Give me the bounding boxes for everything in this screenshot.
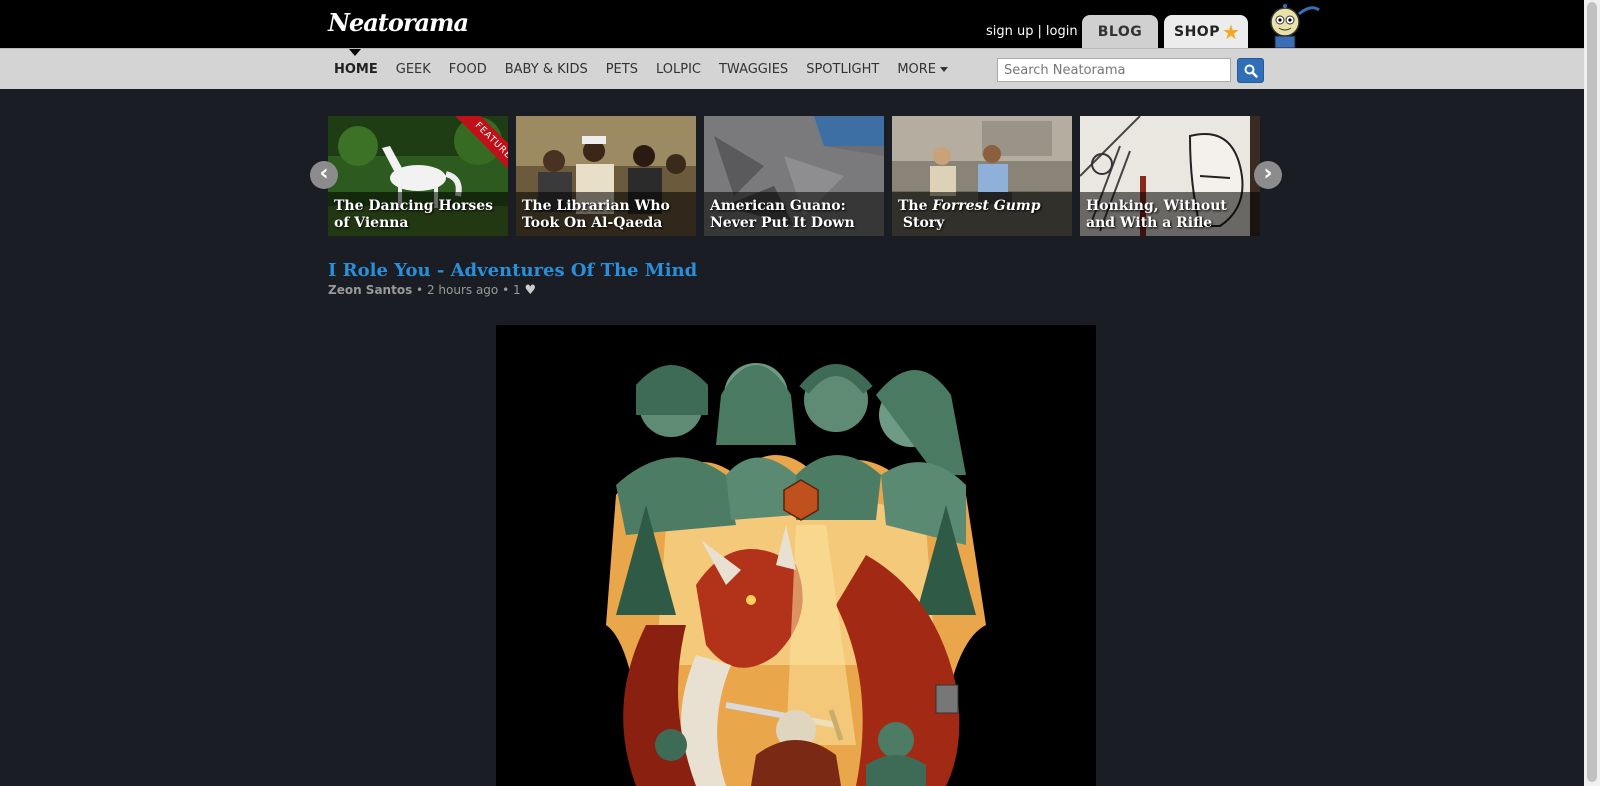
card-title-post: Story <box>898 215 945 231</box>
scrollbar-thumb[interactable] <box>1587 2 1597 782</box>
meta-dot: • <box>502 283 510 297</box>
sign-up-link[interactable]: sign up <box>986 24 1034 39</box>
card-title-pre: The <box>898 198 933 214</box>
nav-item-spotlight[interactable]: SPOTLIGHT <box>797 62 888 77</box>
carousel-card[interactable]: The Forrest Gump Story <box>892 116 1072 236</box>
meta-dot: • <box>416 283 424 297</box>
nav-item-geek[interactable]: GEEK <box>387 62 440 77</box>
post-author[interactable]: Zeon Santos <box>328 283 412 297</box>
card-title: American Guano: Never Put It Down <box>710 198 855 231</box>
category-nav: HOME GEEK FOOD BABY & KIDS PETS LOLPIC T… <box>326 49 957 90</box>
carousel-card[interactable]: The Librarian Who Took On Al-Qaeda <box>516 116 696 236</box>
carousel-card[interactable]: Honking, Without and With a Rifle <box>1080 116 1260 236</box>
nav-item-lolpic[interactable]: LOLPIC <box>647 62 710 77</box>
tab-blog[interactable]: BLOG <box>1082 15 1158 48</box>
nav-more-label: MORE <box>897 62 937 77</box>
post-title[interactable]: I Role You - Adventures Of The Mind <box>328 260 697 281</box>
chevron-right-icon: › <box>1263 161 1273 186</box>
top-bar: Neatorama sign up | login BLOG SHOP ★ <box>0 0 1584 48</box>
nav-item-twaggies[interactable]: TWAGGIES <box>710 62 797 77</box>
auth-links: sign up | login <box>986 24 1078 39</box>
carousel-card[interactable]: The Dancing Horses of Vienna FEATURE <box>328 116 508 236</box>
fantasy-artwork-image <box>496 325 1096 786</box>
chevron-left-icon: ‹ <box>319 161 329 186</box>
auth-separator: | <box>1037 24 1042 39</box>
nav-item-pets[interactable]: PETS <box>597 62 647 77</box>
carousel-next-button[interactable]: › <box>1254 161 1282 189</box>
carousel-card[interactable]: American Guano: Never Put It Down <box>704 116 884 236</box>
star-icon: ★ <box>1221 19 1241 44</box>
search-button[interactable] <box>1237 58 1264 83</box>
tab-shop[interactable]: SHOP ★ <box>1164 15 1248 48</box>
search-input[interactable] <box>997 58 1231 82</box>
card-title-italic: Forrest Gump <box>932 198 1041 214</box>
mascot-robot-icon <box>1270 4 1320 48</box>
chevron-down-icon <box>940 67 949 72</box>
post-time: 2 hours ago <box>426 283 499 297</box>
card-title: The Forrest Gump Story <box>898 198 1068 232</box>
site-logo[interactable]: Neatorama <box>328 8 469 37</box>
nav-item-baby-kids[interactable]: BABY & KIDS <box>496 62 597 77</box>
carousel-prev-button[interactable]: ‹ <box>310 161 338 189</box>
post-meta: Zeon Santos • 2 hours ago • 1 ♥ <box>328 283 536 298</box>
heart-icon[interactable]: ♥ <box>524 283 536 298</box>
card-title: The Librarian Who Took On Al-Qaeda <box>522 198 670 231</box>
like-count: 1 <box>513 283 521 297</box>
search-icon <box>1244 64 1258 78</box>
card-title: Honking, Without and With a Rifle <box>1086 198 1227 231</box>
card-title: The Dancing Horses of Vienna <box>334 198 494 231</box>
main-nav-bar: HOME GEEK FOOD BABY & KIDS PETS LOLPIC T… <box>0 48 1584 89</box>
nav-item-home[interactable]: HOME <box>326 62 387 77</box>
nav-item-more[interactable]: MORE <box>888 62 957 77</box>
featured-carousel: The Dancing Horses of Vienna FEATURE The… <box>328 116 1264 236</box>
nav-item-food[interactable]: FOOD <box>440 62 496 77</box>
tab-blog-label: BLOG <box>1097 23 1143 40</box>
login-link[interactable]: login <box>1046 24 1078 39</box>
tab-shop-label: SHOP <box>1174 23 1220 40</box>
post-image[interactable] <box>496 325 1096 786</box>
page-scrollbar[interactable] <box>1584 0 1600 786</box>
